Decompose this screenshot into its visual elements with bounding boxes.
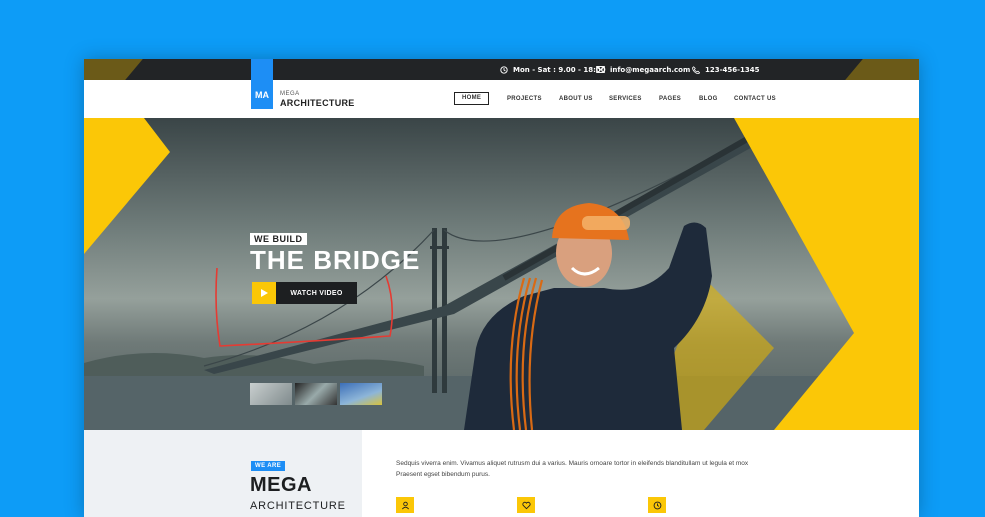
main-nav: MA MEGA ARCHITECTURE HOME PROJECTS ABOUT… xyxy=(84,59,919,118)
top-bar: Mon - Sat : 9.00 - 18:00 info@megaarch.c… xyxy=(84,59,919,80)
thumbnail-2[interactable] xyxy=(295,383,337,405)
website-frame: Mon - Sat : 9.00 - 18:00 info@megaarch.c… xyxy=(84,59,919,517)
feature-clock-icon-box[interactable] xyxy=(648,497,666,513)
hero-thumbnails xyxy=(250,383,382,405)
nav-services[interactable]: SERVICES xyxy=(609,92,642,106)
decor-stripe xyxy=(845,59,919,80)
hours-text: Mon - Sat : 9.00 - 18:00 xyxy=(513,65,606,74)
hero-banner: WE BUILD THE BRIDGE WATCH VIDEO xyxy=(84,118,919,430)
nav-pages[interactable]: PAGES xyxy=(659,92,681,106)
hero-background-art xyxy=(84,118,919,430)
email-info[interactable]: info@megaarch.com xyxy=(596,59,690,80)
logo-small-text: MEGA xyxy=(280,91,300,97)
nav-projects[interactable]: PROJECTS xyxy=(507,92,542,106)
phone-icon xyxy=(692,65,700,74)
thumbnail-1[interactable] xyxy=(250,383,292,405)
feature-heart-icon-box[interactable] xyxy=(517,497,535,513)
hero-kicker: WE BUILD xyxy=(250,233,307,245)
about-subtitle: ARCHITECTURE xyxy=(250,500,346,512)
clock-icon xyxy=(500,65,508,74)
logo-badge[interactable]: MA xyxy=(251,59,273,109)
annotation-scribble xyxy=(215,267,394,347)
user-icon xyxy=(401,501,409,509)
about-title: MEGA xyxy=(250,474,312,496)
thumbnail-3[interactable] xyxy=(340,383,382,405)
heart-icon xyxy=(521,501,531,509)
hours-info: Mon - Sat : 9.00 - 18:00 xyxy=(500,59,606,80)
nav-contact-us[interactable]: CONTACT US xyxy=(734,92,776,106)
logo-big-text: ARCHITECTURE xyxy=(280,98,355,108)
nav-home[interactable]: HOME xyxy=(454,92,490,105)
email-text: info@megaarch.com xyxy=(610,65,691,74)
decor-stripe xyxy=(84,59,143,80)
clock-icon xyxy=(653,501,661,509)
feature-user-icon-box[interactable] xyxy=(396,497,414,513)
phone-text: 123-456-1345 xyxy=(705,65,760,74)
about-section: WE ARE MEGA ARCHITECTURE Sedquis viverra… xyxy=(84,430,919,517)
mail-icon xyxy=(596,66,605,73)
logo-initials: MA xyxy=(255,90,269,100)
phone-info[interactable]: 123-456-1345 xyxy=(692,59,760,80)
nav-blog[interactable]: BLOG xyxy=(699,92,718,106)
about-badge: WE ARE xyxy=(251,461,286,471)
about-paragraph: Sedquis viverra enim. Vivamus aliquet ru… xyxy=(396,460,749,478)
nav-about-us[interactable]: ABOUT US xyxy=(559,92,593,106)
